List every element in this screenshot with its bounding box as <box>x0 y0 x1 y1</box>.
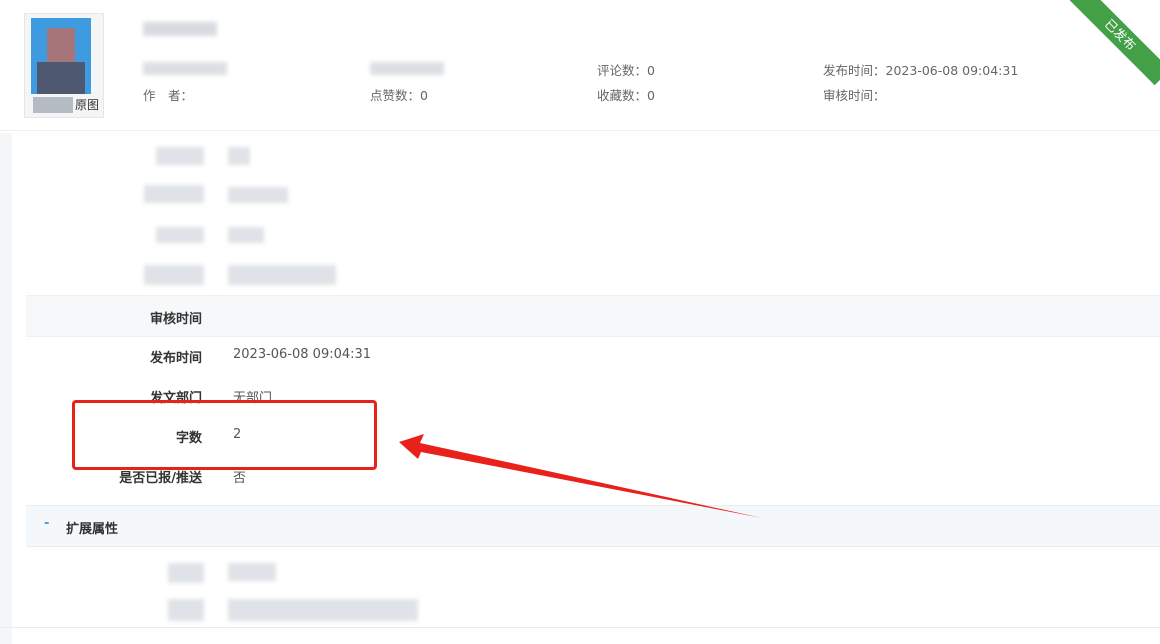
like-count: 点赞数：0 <box>370 88 428 103</box>
view-original-link[interactable]: 原图 <box>25 96 103 113</box>
detail-label: 发布时间 <box>149 351 202 366</box>
redacted-label-3 <box>156 227 204 243</box>
redacted-label-2 <box>144 185 204 203</box>
section-title: 扩展属性 <box>66 522 119 537</box>
collapse-toggle-icon[interactable]: - <box>44 516 49 531</box>
highlight-annotation-box <box>72 400 377 470</box>
redacted-ext-value-2 <box>228 599 418 621</box>
article-header: 原图 评论数：0 发布时间：2023-06-08 09:04:31 作 者： 点… <box>0 0 1160 131</box>
redacted-value-2 <box>228 187 288 203</box>
meta-redacted-1 <box>143 60 227 75</box>
author: 作 者： <box>143 88 194 103</box>
redacted-label-4 <box>144 265 204 285</box>
details-panel: 审核时间 发布时间 2023-06-08 09:04:31 发文部门 无部门 字… <box>26 133 1160 644</box>
redacted-label-1 <box>156 147 204 165</box>
article-title-redacted <box>143 22 217 36</box>
review-time: 审核时间： <box>823 88 886 103</box>
left-gutter <box>0 133 12 644</box>
redacted-ext-value-1 <box>228 563 276 581</box>
bottom-divider <box>0 627 1160 628</box>
detail-row-publish-time: 发布时间 2023-06-08 09:04:31 <box>26 335 1160 375</box>
extended-attributes-section[interactable]: - 扩展属性 <box>26 505 1160 547</box>
redacted-value-4 <box>228 265 336 285</box>
status-ribbon: 已发布 <box>1069 0 1160 86</box>
detail-row-review-time: 审核时间 <box>26 295 1160 337</box>
thumbnail-photo <box>31 18 91 94</box>
favorite-count: 收藏数：0 <box>597 88 655 103</box>
meta-redacted-2 <box>370 60 444 75</box>
detail-label: 审核时间 <box>149 312 202 327</box>
article-thumbnail[interactable]: 原图 <box>24 13 104 118</box>
redacted-ext-label-1 <box>168 563 204 583</box>
redacted-value-3 <box>228 227 264 243</box>
detail-value: 2023-06-08 09:04:31 <box>233 347 372 362</box>
comment-count: 评论数：0 <box>597 63 655 78</box>
redacted-ext-label-2 <box>168 599 204 621</box>
redacted-value-1 <box>228 147 250 165</box>
publish-time: 发布时间：2023-06-08 09:04:31 <box>823 63 1019 78</box>
